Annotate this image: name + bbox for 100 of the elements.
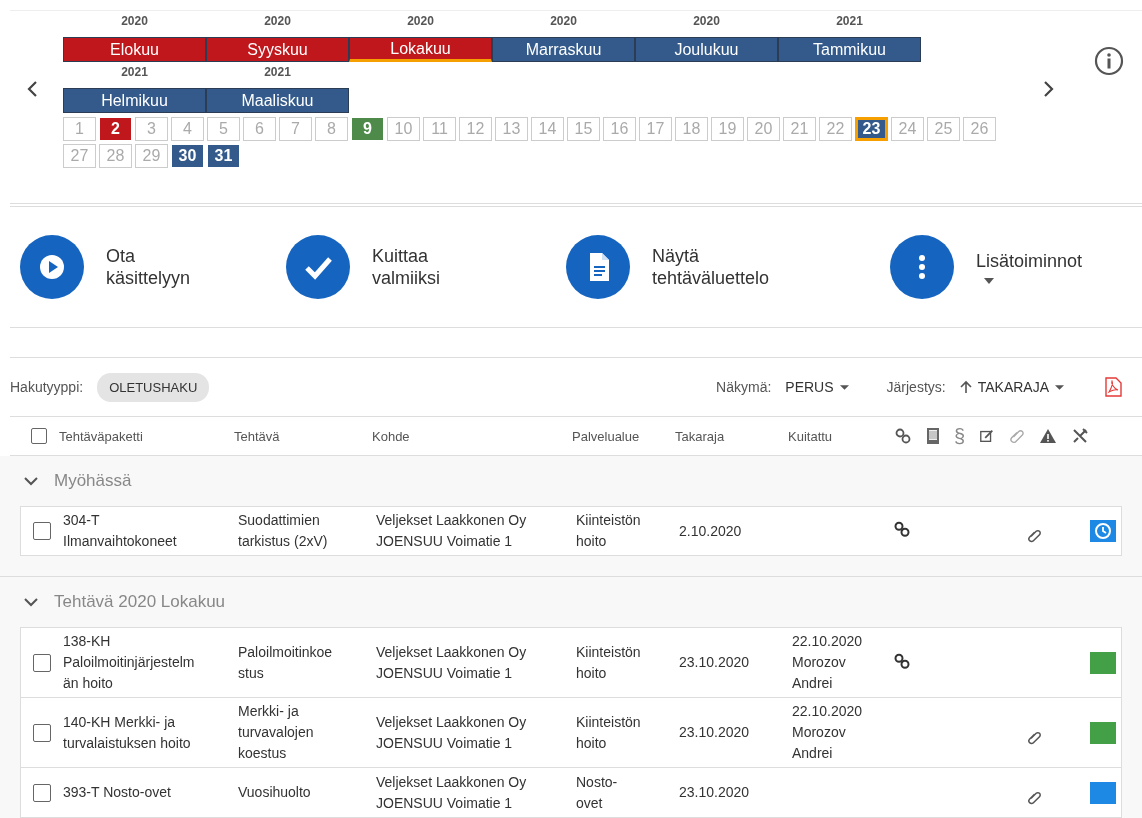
- day-cell[interactable]: 5: [207, 117, 240, 141]
- section-icon[interactable]: §: [954, 427, 966, 445]
- tools-icon[interactable]: [1071, 427, 1090, 445]
- search-type-label: Hakutyyppi:: [10, 379, 84, 395]
- day-cell[interactable]: 7: [279, 117, 312, 141]
- day-cell[interactable]: 31: [207, 144, 240, 168]
- column-header[interactable]: Kohde: [372, 428, 572, 444]
- paperclip-icon[interactable]: [1027, 528, 1042, 543]
- column-header[interactable]: Tehtävä: [234, 428, 372, 444]
- day-cell[interactable]: 16: [603, 117, 636, 141]
- day-cell[interactable]: 3: [135, 117, 168, 141]
- view-dropdown[interactable]: PERUS: [785, 379, 849, 395]
- action-button[interactable]: Ota käsittelyyn: [20, 235, 286, 299]
- paperclip-icon[interactable]: [1027, 789, 1042, 805]
- document-icon: [566, 235, 630, 299]
- table-cell-text: 138-KH Paloilmoitinjärjestelm än hoito: [63, 632, 196, 693]
- day-cell[interactable]: 13: [495, 117, 528, 141]
- column-header[interactable]: Palvelualue: [572, 428, 675, 444]
- edit-icon[interactable]: [979, 428, 996, 444]
- search-type-chip[interactable]: OLETUSHAKU: [97, 372, 210, 402]
- day-cell[interactable]: 30: [171, 144, 204, 168]
- action-button[interactable]: Kuittaa valmiiksi: [286, 235, 566, 299]
- play-icon: [20, 235, 84, 299]
- month-tab[interactable]: Helmikuu: [63, 88, 206, 113]
- day-cell[interactable]: 4: [171, 117, 204, 141]
- row-checkbox[interactable]: [33, 723, 51, 742]
- month-tab[interactable]: Elokuu: [63, 37, 206, 62]
- collapse-icon[interactable]: [24, 476, 38, 486]
- arrow-up-icon: [959, 380, 972, 394]
- table-cell-text: Veljekset Laakkonen Oy JOENSUU Voimatie 1: [376, 511, 528, 551]
- row-checkbox[interactable]: [33, 653, 51, 672]
- day-cell[interactable]: 15: [567, 117, 600, 141]
- column-header[interactable]: Kuitattu: [788, 428, 888, 444]
- day-cell[interactable]: 26: [963, 117, 996, 141]
- day-cell[interactable]: 20: [747, 117, 780, 141]
- select-all-checkbox[interactable]: [31, 428, 47, 444]
- sort-label: Järjestys:: [886, 379, 946, 395]
- day-cell[interactable]: 25: [927, 117, 960, 141]
- more-icon: [890, 235, 954, 299]
- year-label: 2021: [121, 64, 148, 80]
- year-label: 2020: [407, 13, 434, 29]
- day-cell[interactable]: 9: [351, 117, 384, 141]
- collapse-icon[interactable]: [24, 597, 38, 607]
- day-cell[interactable]: 24: [891, 117, 924, 141]
- paperclip-icon[interactable]: [1027, 729, 1042, 745]
- sort-dropdown[interactable]: TAKARAJA: [959, 379, 1064, 395]
- day-cell[interactable]: 18: [675, 117, 708, 141]
- clock-icon[interactable]: [1090, 520, 1116, 542]
- day-cell[interactable]: 23: [855, 117, 888, 141]
- pdf-icon[interactable]: [1104, 377, 1122, 397]
- day-cell[interactable]: 2: [99, 117, 132, 141]
- paperclip-icon[interactable]: [1009, 428, 1026, 444]
- row-checkbox[interactable]: [33, 522, 51, 540]
- day-cell[interactable]: 14: [531, 117, 564, 141]
- table-cell-text: 393-T Nosto-ovet: [63, 783, 172, 802]
- column-header[interactable]: Tehtäväpaketti: [59, 428, 234, 444]
- day-cell[interactable]: 22: [819, 117, 852, 141]
- day-cell[interactable]: 10: [387, 117, 420, 141]
- day-cell[interactable]: 19: [711, 117, 744, 141]
- caret-icon: [839, 384, 849, 390]
- day-cell[interactable]: 11: [423, 117, 456, 141]
- info-icon[interactable]: [1094, 46, 1124, 76]
- table-cell-text: Vuosihuolto: [238, 783, 312, 802]
- table-cell-text: Veljekset Laakkonen Oy JOENSUU Voimatie 1: [376, 772, 528, 813]
- calculator-icon[interactable]: [926, 427, 940, 445]
- month-tab[interactable]: Syyskuu: [206, 37, 349, 62]
- check-icon: [286, 235, 350, 299]
- year-label: 2020: [121, 13, 148, 29]
- column-header[interactable]: Takaraja: [675, 428, 788, 444]
- table-cell-text: 22.10.2020 Morozov Andrei: [792, 632, 864, 693]
- table-cell-text: 2.10.2020: [679, 521, 743, 541]
- month-tab[interactable]: Maaliskuu: [206, 88, 349, 113]
- day-cell[interactable]: 27: [63, 144, 96, 168]
- table-cell-text: 23.10.2020: [679, 653, 751, 672]
- link-icon[interactable]: [893, 651, 911, 670]
- warning-icon[interactable]: [1039, 428, 1058, 444]
- day-cell[interactable]: 6: [243, 117, 276, 141]
- chevron-right-icon: [1042, 80, 1055, 98]
- month-tab[interactable]: Lokakuu: [349, 37, 492, 62]
- action-button[interactable]: Lisätoiminnot: [890, 235, 1111, 299]
- month-tab[interactable]: Tammikuu: [778, 37, 921, 62]
- link-icon[interactable]: [893, 520, 911, 539]
- day-cell[interactable]: 29: [135, 144, 168, 168]
- row-checkbox[interactable]: [33, 783, 51, 802]
- table-cell-text: Merkki- ja turvavalojen koestus: [238, 702, 315, 763]
- table-cell-text: 23.10.2020: [679, 723, 751, 742]
- day-cell[interactable]: 21: [783, 117, 816, 141]
- table-cell-text: 22.10.2020 Morozov Andrei: [792, 702, 864, 763]
- day-cell[interactable]: 1: [63, 117, 96, 141]
- month-tab[interactable]: Joulukuu: [635, 37, 778, 62]
- link-icon[interactable]: [894, 427, 912, 445]
- table-cell-text: Kiinteistön hoito: [576, 511, 642, 551]
- action-button[interactable]: Näytä tehtäväluettelo: [566, 235, 890, 299]
- table-cell-text: 304-T Ilmanvaihtokoneet: [63, 511, 178, 551]
- day-cell[interactable]: 17: [639, 117, 672, 141]
- day-cell[interactable]: 8: [315, 117, 348, 141]
- day-cell[interactable]: 12: [459, 117, 492, 141]
- month-tab[interactable]: Marraskuu: [492, 37, 635, 62]
- table-cell-text: Nosto- ovet: [576, 772, 619, 813]
- day-cell[interactable]: 28: [99, 144, 132, 168]
